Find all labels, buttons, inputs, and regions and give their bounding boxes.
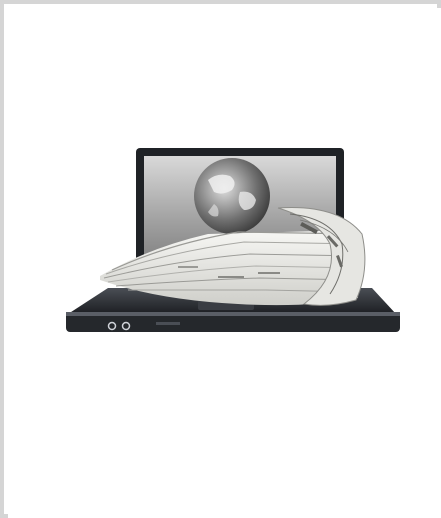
news-laptop-illustration [66, 148, 400, 332]
image-frame [0, 0, 441, 518]
news-laptop-photo [8, 8, 441, 518]
globe-icon [194, 158, 270, 234]
